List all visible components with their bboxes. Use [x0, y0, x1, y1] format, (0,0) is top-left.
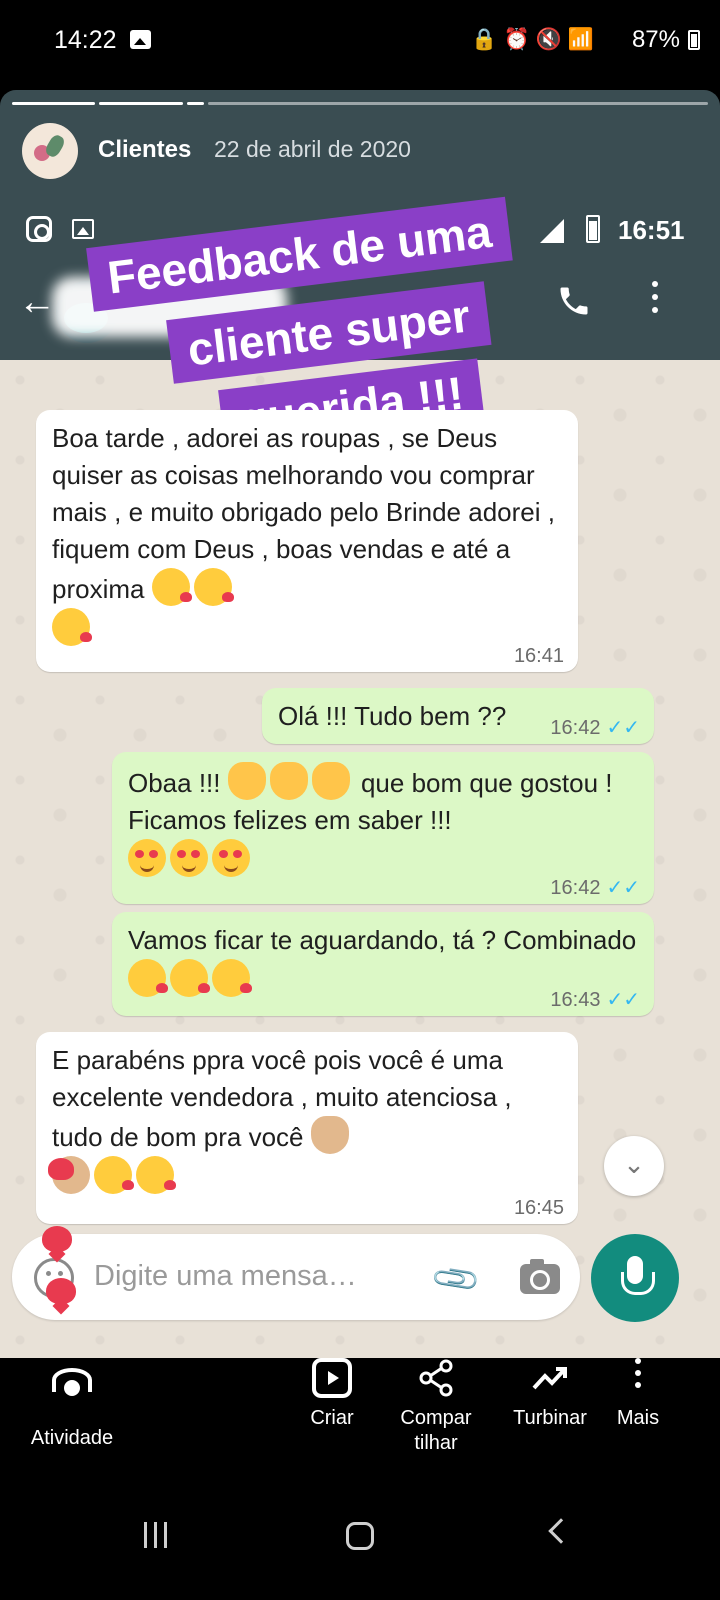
kiss-emoji	[136, 1156, 176, 1194]
account-name[interactable]: Clientes	[98, 136, 191, 164]
camera-icon	[520, 1259, 560, 1294]
message-input-bar: Digite uma mensa… 📎	[12, 1234, 580, 1320]
create-label: Criar	[310, 1407, 354, 1429]
signal-icon	[540, 219, 564, 243]
heart-eyes-emoji	[128, 839, 166, 877]
message-text: Olá !!! Tudo bem ??	[278, 701, 507, 731]
story-header: Clientes 22 de abril de 2020	[0, 90, 720, 205]
incoming-message: E parabéns ppra você pois você é uma exc…	[36, 1032, 578, 1224]
progress-segment	[12, 102, 96, 105]
message-time: 16:42 ✓✓	[550, 717, 640, 739]
message-text: Vamos ficar te aguardando, tá ? Combinad…	[128, 925, 637, 955]
more-label: Mais	[616, 1407, 660, 1429]
image-icon	[72, 219, 94, 239]
clapping-hands-emoji	[269, 762, 308, 800]
status-bar: 14:22 🔒⏰🔇📶 87%	[0, 0, 720, 84]
back-icon[interactable]	[548, 1518, 574, 1544]
more-vertical-icon	[618, 1358, 658, 1398]
kiss-emoji	[212, 959, 252, 997]
gallery-icon	[130, 30, 151, 49]
read-ticks-icon: ✓✓	[606, 717, 640, 739]
message-time: 16:45	[513, 1197, 564, 1219]
outgoing-message: Vamos ficar te aguardando, tá ? Combinad…	[112, 912, 654, 1016]
phone-call-icon	[560, 287, 588, 315]
status-time: 14:22	[54, 26, 117, 54]
heart-eyes-emoji	[170, 839, 208, 877]
battery-icon	[688, 30, 700, 50]
story-actions-bar: Atividade Criar Compar tilhar Turbinar M…	[0, 1358, 720, 1488]
recent-apps-icon[interactable]	[144, 1522, 174, 1548]
battery-percent: 87%	[631, 26, 680, 53]
kiss-emoji	[128, 959, 168, 997]
status-icons: 🔒⏰🔇📶	[471, 27, 600, 51]
more-options-icon	[652, 281, 660, 321]
read-ticks-icon: ✓✓	[606, 877, 640, 899]
clapping-hands-emoji	[310, 1116, 349, 1154]
progress-segment	[99, 102, 183, 105]
heart-eyes-emoji	[212, 839, 250, 877]
message-text: Obaa !!!	[128, 768, 221, 798]
message-time: 16:43 ✓✓	[550, 989, 640, 1011]
kiss-emoji	[94, 1156, 134, 1194]
trending-up-icon	[532, 1367, 567, 1390]
kiss-emoji	[151, 568, 192, 606]
activity-label: Atividade	[30, 1427, 114, 1449]
message-input: Digite uma mensa…	[94, 1260, 357, 1292]
story-date: 22 de abril de 2020	[214, 136, 411, 162]
create-button[interactable]: Criar	[282, 1358, 382, 1431]
account-avatar[interactable]	[22, 123, 78, 179]
message-text: Boa tarde , adorei as roupas , se Deus q…	[52, 423, 555, 604]
kiss-emoji	[193, 568, 234, 606]
message-time: 16:41	[513, 645, 564, 667]
message-time: 16:42 ✓✓	[550, 877, 640, 899]
kiss-emoji	[52, 608, 92, 646]
boost-label: Turbinar	[513, 1407, 587, 1429]
scroll-down-icon: ⌄	[604, 1136, 664, 1196]
embedded-time: 16:51	[618, 215, 685, 245]
message-text: E parabéns ppra você pois você é uma exc…	[52, 1045, 512, 1152]
attach-icon: 📎	[428, 1251, 484, 1307]
share-label-line-1: Compar	[400, 1407, 472, 1429]
share-button[interactable]: Compar tilhar	[384, 1358, 488, 1456]
story-progress	[12, 102, 709, 105]
incoming-message: Boa tarde , adorei as roupas , se Deus q…	[36, 410, 578, 672]
reels-icon	[312, 1358, 352, 1398]
kiss-emoji	[170, 959, 210, 997]
boost-button[interactable]: Turbinar	[492, 1358, 608, 1431]
progress-segment	[207, 102, 709, 105]
heart-reaction-icon	[42, 1226, 72, 1252]
home-icon[interactable]	[346, 1522, 374, 1550]
system-navigation-bar	[0, 1488, 720, 1600]
clapping-hands-emoji	[227, 762, 266, 800]
more-button[interactable]: Mais	[598, 1358, 678, 1431]
instagram-icon	[26, 216, 52, 242]
clapping-hands-emoji	[311, 762, 350, 800]
share-label-line-2: tilhar	[414, 1432, 458, 1454]
outgoing-message: Obaa !!! que bom que gostou ! Ficamos fe…	[112, 752, 654, 904]
activity-button[interactable]: Atividade	[20, 1358, 124, 1451]
read-ticks-icon: ✓✓	[606, 989, 640, 1011]
battery-icon	[586, 215, 600, 243]
eye-icon	[52, 1364, 92, 1404]
heart-hands-emoji	[48, 1156, 90, 1194]
share-icon	[419, 1359, 453, 1397]
heart-reaction-icon	[46, 1278, 76, 1304]
microphone-icon	[591, 1234, 679, 1322]
outgoing-message: Olá !!! Tudo bem ?? 16:42 ✓✓	[262, 688, 654, 744]
back-arrow-icon: ←	[18, 281, 56, 323]
progress-segment	[186, 102, 204, 105]
